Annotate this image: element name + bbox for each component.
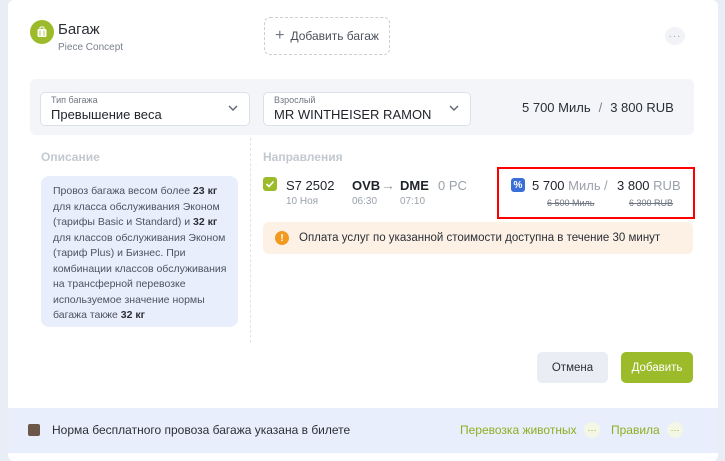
total-price-rub: 3 800 RUB xyxy=(610,100,674,115)
price-highlight xyxy=(497,167,695,219)
flight-number: S7 2502 xyxy=(286,178,335,193)
description-title: Описание xyxy=(41,150,100,164)
desc-weight: 32 кг xyxy=(193,216,218,228)
passenger-label: Взрослый xyxy=(274,95,316,105)
check-icon xyxy=(265,180,275,188)
footer-bar: Норма бесплатного провоза багажа указана… xyxy=(8,408,718,453)
modal-subtitle: Piece Concept xyxy=(58,42,124,53)
description-text: Провоз багажа весом более 23 кг для клас… xyxy=(41,176,238,327)
passenger-value: MR WINTHEISER RAMON xyxy=(274,107,432,122)
arrow-right-icon: → xyxy=(381,177,395,193)
chevron-down-icon xyxy=(228,105,238,111)
suitcase-icon xyxy=(28,424,40,436)
add-baggage-button[interactable]: + Добавить багаж xyxy=(264,17,390,55)
payment-notice: ! Оплата услуг по указанной стоимости до… xyxy=(263,222,693,254)
baggage-modal: Багаж Piece Concept + Добавить багаж ···… xyxy=(8,0,718,461)
old-price-rub: 6 300 RUB xyxy=(629,198,674,208)
desc-weight: 23 кг xyxy=(192,185,218,197)
notice-text: Оплата услуг по указанной стоимости дост… xyxy=(299,232,661,244)
total-price: 5 700 Миль / 3 800 RUB xyxy=(522,100,674,115)
departure-time: 06:30 xyxy=(352,196,378,207)
luggage-icon xyxy=(30,20,54,44)
cancel-button[interactable]: Отмена xyxy=(537,352,608,383)
baggage-type-value: Превышение веса xyxy=(51,107,162,122)
directions-title: Направления xyxy=(263,150,343,164)
desc-part: для классов обслуживания Эконом (тариф P… xyxy=(53,231,227,322)
add-button[interactable]: Добавить xyxy=(621,352,693,383)
footer-text: Норма бесплатного провоза багажа указана… xyxy=(52,423,351,437)
desc-part: Провоз багажа весом более xyxy=(53,185,193,197)
rules-link[interactable]: Правила xyxy=(611,423,660,437)
segment-price-rub: 3 800 RUB xyxy=(617,178,681,193)
more-icon[interactable]: ··· xyxy=(667,422,683,438)
plus-icon: + xyxy=(275,27,285,44)
animal-transport-link[interactable]: Перевозка животных xyxy=(460,423,577,437)
desc-weight: 32 кг xyxy=(120,309,145,321)
discount-icon: % xyxy=(511,178,525,192)
more-icon[interactable]: ··· xyxy=(665,27,685,45)
baggage-type-label: Тип багажа xyxy=(51,95,98,105)
more-icon[interactable]: ··· xyxy=(584,422,600,438)
rub-unit: RUB xyxy=(653,178,681,193)
old-price-miles: 6 500 Миль xyxy=(547,198,595,208)
origin-airport: OVB xyxy=(352,178,381,193)
baggage-type-select[interactable]: Тип багажа Превышение веса xyxy=(40,92,250,126)
selection-bar: Тип багажа Превышение веса Взрослый MR W… xyxy=(30,79,694,135)
total-price-miles: 5 700 Миль xyxy=(522,100,591,115)
divider xyxy=(250,138,251,343)
price-separator: / xyxy=(598,100,603,115)
destination-airport: DME xyxy=(400,178,429,193)
segment-price-separator: / xyxy=(604,178,608,193)
add-baggage-label: Добавить багаж xyxy=(290,29,379,43)
flight-date: 10 Ноя xyxy=(286,196,319,207)
rub-value: 3 800 xyxy=(617,178,650,193)
miles-unit: Миль xyxy=(568,178,601,193)
chevron-down-icon xyxy=(449,105,459,111)
segment-price-miles: 5 700 Миль xyxy=(532,178,601,193)
warning-icon: ! xyxy=(275,231,289,245)
miles-value: 5 700 xyxy=(532,178,565,193)
baggage-pieces: 0 PC xyxy=(438,178,467,193)
segment-checkbox[interactable] xyxy=(263,177,277,191)
modal-title: Багаж xyxy=(58,21,100,38)
passenger-select[interactable]: Взрослый MR WINTHEISER RAMON xyxy=(263,92,471,126)
arrival-time: 07:10 xyxy=(400,196,426,207)
